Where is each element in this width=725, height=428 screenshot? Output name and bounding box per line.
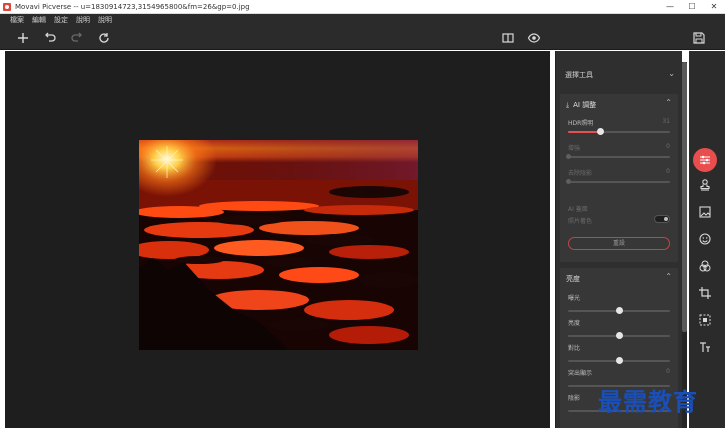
ai-subheading: AI 蓋面 xyxy=(568,206,588,213)
enhance-label: 增強 xyxy=(568,145,581,152)
adjust-sliders-icon[interactable] xyxy=(693,148,717,172)
reset-icon[interactable] xyxy=(96,30,112,46)
close-button[interactable]: ✕ xyxy=(703,0,725,14)
exposure-slider-knob[interactable] xyxy=(616,307,623,314)
ai-adjust-title[interactable]: ⤓ AI 調整 xyxy=(566,100,596,110)
contrast-slider[interactable] xyxy=(568,357,670,364)
window-controls: — ☐ ✕ xyxy=(659,0,725,14)
text-icon[interactable] xyxy=(693,335,717,359)
shadow-removal-slider[interactable] xyxy=(566,179,670,184)
chevron-up-icon[interactable]: ⌃ xyxy=(665,272,672,281)
shadow-removal-value: 0 xyxy=(666,168,670,175)
compare-icon[interactable] xyxy=(500,30,516,46)
hdr-label: HDR照明 xyxy=(568,120,594,127)
object-icon[interactable] xyxy=(693,308,717,332)
crop-icon[interactable] xyxy=(693,281,717,305)
download-icon: ⤓ xyxy=(566,100,570,109)
redo-icon[interactable] xyxy=(69,30,85,46)
ai-adjust-card: ⤓ AI 調整 ⌃ HDR照明 31 增強 0 去除陰影 0 AI 蓋面 照片著… xyxy=(560,94,678,262)
brightness-slider-label: 亮度 xyxy=(568,320,581,327)
minimize-button[interactable]: — xyxy=(659,0,681,14)
undo-icon[interactable] xyxy=(42,30,58,46)
stamp-icon[interactable] xyxy=(693,173,717,197)
title-bar: Movavi Picverse -- u=1830914723,31549658… xyxy=(0,0,725,14)
image-replace-icon[interactable] xyxy=(693,200,717,224)
maximize-button[interactable]: ☐ xyxy=(681,0,703,14)
brightness-label: 亮度 xyxy=(566,275,580,283)
hdr-slider[interactable] xyxy=(568,128,670,135)
toggle-knob xyxy=(664,217,668,221)
colorize-toggle[interactable] xyxy=(654,215,670,223)
highlights-label: 突出顯示 xyxy=(568,370,593,377)
highlights-value: 0 xyxy=(666,368,670,375)
chevron-down-icon[interactable]: ⌄ xyxy=(668,69,675,78)
panel-scrollbar-thumb[interactable] xyxy=(682,62,687,332)
reset-button[interactable]: 重設 xyxy=(568,237,670,250)
shadow-removal-label: 去除陰影 xyxy=(568,170,593,177)
hdr-slider-knob[interactable] xyxy=(596,128,604,135)
menu-help-1[interactable]: 說明 xyxy=(76,15,90,25)
save-icon[interactable] xyxy=(691,30,707,46)
add-icon[interactable] xyxy=(15,30,31,46)
tool-rail xyxy=(689,51,725,428)
tool-select-label: 選擇工具 xyxy=(565,71,593,79)
brightness-slider[interactable] xyxy=(568,332,670,339)
enhance-slider-knob[interactable] xyxy=(566,154,571,159)
ai-adjust-label: AI 調整 xyxy=(573,101,597,109)
contrast-slider-knob[interactable] xyxy=(616,357,623,364)
edited-photo[interactable] xyxy=(139,140,418,350)
menu-bar: 檔案 編輯 設定 說明 說明 xyxy=(0,14,725,26)
toolbar xyxy=(0,26,725,50)
menu-edit[interactable]: 編輯 xyxy=(32,15,46,25)
menu-help-2[interactable]: 說明 xyxy=(98,15,112,25)
image-canvas[interactable] xyxy=(5,51,550,428)
contrast-label: 對比 xyxy=(568,345,581,352)
enhance-value: 0 xyxy=(666,143,670,150)
enhance-slider[interactable] xyxy=(566,154,670,159)
menu-file[interactable]: 檔案 xyxy=(10,15,24,25)
watermark-text: 最需教育 xyxy=(598,387,698,416)
chevron-up-icon[interactable]: ⌃ xyxy=(665,98,672,107)
exposure-label: 曝光 xyxy=(568,295,581,302)
window-title: Movavi Picverse -- u=1830914723,31549658… xyxy=(15,2,250,11)
adjust-panel: 選擇工具 ⌄ ⤓ AI 調整 ⌃ HDR照明 31 增強 0 去除陰影 0 AI… xyxy=(555,51,682,428)
tool-select-header[interactable]: 選擇工具 ⌄ xyxy=(565,69,675,81)
shadow-removal-slider-knob[interactable] xyxy=(566,179,571,184)
app-logo-icon xyxy=(3,2,11,11)
menu-settings[interactable]: 設定 xyxy=(54,15,68,25)
brightness-title[interactable]: 亮度 xyxy=(566,274,580,284)
hdr-value: 31 xyxy=(662,118,670,125)
color-circles-icon[interactable] xyxy=(693,254,717,278)
colorize-label: 照片著色 xyxy=(568,218,593,225)
preview-eye-icon[interactable] xyxy=(526,30,542,46)
hdr-slider-fill xyxy=(568,131,600,133)
exposure-slider[interactable] xyxy=(568,307,670,314)
shadows-label: 陰影 xyxy=(568,395,581,402)
smile-icon[interactable] xyxy=(693,227,717,251)
brightness-slider-knob[interactable] xyxy=(616,332,623,339)
